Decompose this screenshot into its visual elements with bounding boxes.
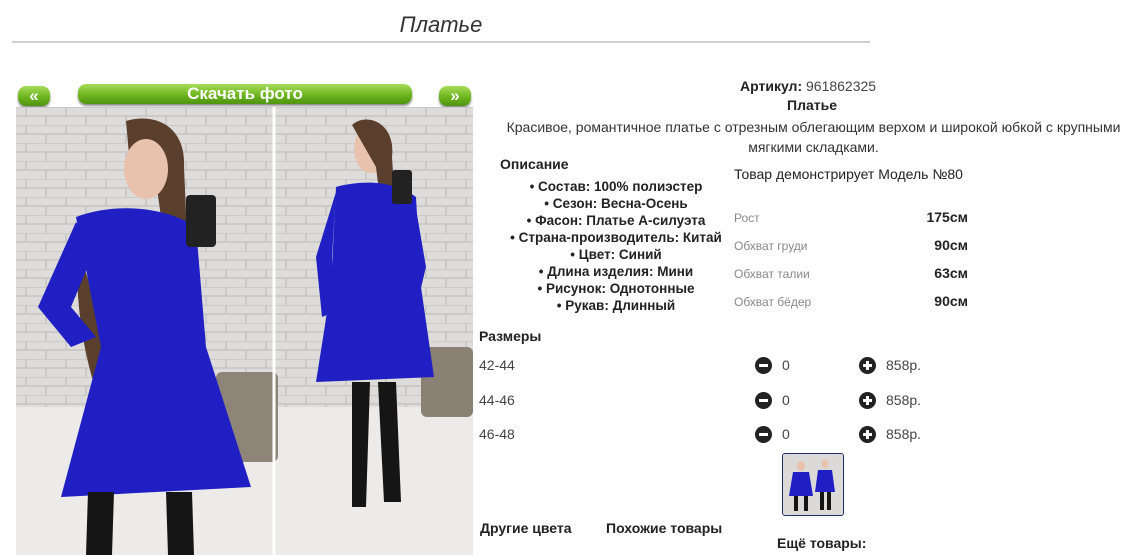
feature-item: Состав: 100% полиэстер xyxy=(496,178,736,195)
measurement-label: Обхват талии xyxy=(734,267,810,281)
next-photo-button[interactable]: » xyxy=(439,86,471,106)
size-label: 44-46 xyxy=(479,392,515,408)
measurement-row: Обхват груди 90см xyxy=(734,236,968,256)
product-photo[interactable] xyxy=(16,107,473,555)
prev-photo-button[interactable]: « xyxy=(18,86,50,106)
quantity-value: 0 xyxy=(782,392,790,408)
feature-list: Состав: 100% полиэстер Сезон: Весна-Осен… xyxy=(496,178,736,314)
page-title: Платье xyxy=(399,12,483,37)
feature-item: Фасон: Платье А-силуэта xyxy=(496,212,736,229)
feature-item: Цвет: Синий xyxy=(496,246,736,263)
feature-item: Рукав: Длинный xyxy=(496,297,736,314)
other-colors-heading: Другие цвета xyxy=(480,520,572,536)
feature-item: Рисунок: Однотонные xyxy=(496,280,736,297)
sku: Артикул: 961862325 xyxy=(740,78,876,94)
size-label: 42-44 xyxy=(479,357,515,373)
size-row: 44-46 0 858р. xyxy=(479,390,939,412)
title-divider xyxy=(12,41,870,43)
minus-circle-icon[interactable] xyxy=(755,426,772,443)
feature-item: Страна-производитель: Китай xyxy=(496,229,736,246)
quantity-value: 0 xyxy=(782,357,790,373)
quantity-value: 0 xyxy=(782,426,790,442)
sku-label: Артикул: xyxy=(740,78,803,94)
price: 858р. xyxy=(886,426,922,442)
price: 858р. xyxy=(886,357,922,373)
minus-circle-icon[interactable] xyxy=(755,357,772,374)
sku-value: 961862325 xyxy=(806,78,877,94)
model-caption: Товар демонстрирует Модель №80 xyxy=(734,166,963,182)
measurement-label: Обхват груди xyxy=(734,239,808,253)
feature-item: Сезон: Весна-Осень xyxy=(496,195,736,212)
product-description: Красивое, романтичное платье с отрезным … xyxy=(506,119,1121,155)
similar-products-heading: Похожие товары xyxy=(606,520,723,536)
download-photo-button[interactable]: Скачать фото xyxy=(78,84,412,104)
measurement-value: 63см xyxy=(934,265,968,281)
product-photo-image xyxy=(16,107,473,555)
minus-circle-icon[interactable] xyxy=(755,392,772,409)
product-name: Платье xyxy=(787,97,837,113)
thumbnail-image xyxy=(783,454,843,515)
price: 858р. xyxy=(886,392,922,408)
plus-circle-icon[interactable] xyxy=(859,392,876,409)
measurement-value: 90см xyxy=(934,293,968,309)
measurement-row: Обхват бёдер 90см xyxy=(734,292,968,312)
size-row: 46-48 0 858р. xyxy=(479,424,939,446)
photo-thumbnail[interactable] xyxy=(782,453,844,516)
sizes-heading: Размеры xyxy=(479,328,542,344)
measurement-value: 90см xyxy=(934,237,968,253)
measurement-label: Обхват бёдер xyxy=(734,295,812,309)
size-label: 46-48 xyxy=(479,426,515,442)
measurement-value: 175см xyxy=(926,209,968,225)
feature-item: Длина изделия: Мини xyxy=(496,263,736,280)
measurement-row: Обхват талии 63см xyxy=(734,264,968,284)
size-row: 42-44 0 858р. xyxy=(479,355,939,377)
measurement-row: Рост 175см xyxy=(734,208,968,228)
plus-circle-icon[interactable] xyxy=(859,357,876,374)
plus-circle-icon[interactable] xyxy=(859,426,876,443)
measurement-label: Рост xyxy=(734,211,760,225)
more-products-heading: Ещё товары: xyxy=(777,535,867,551)
description-heading: Описание xyxy=(500,156,569,172)
